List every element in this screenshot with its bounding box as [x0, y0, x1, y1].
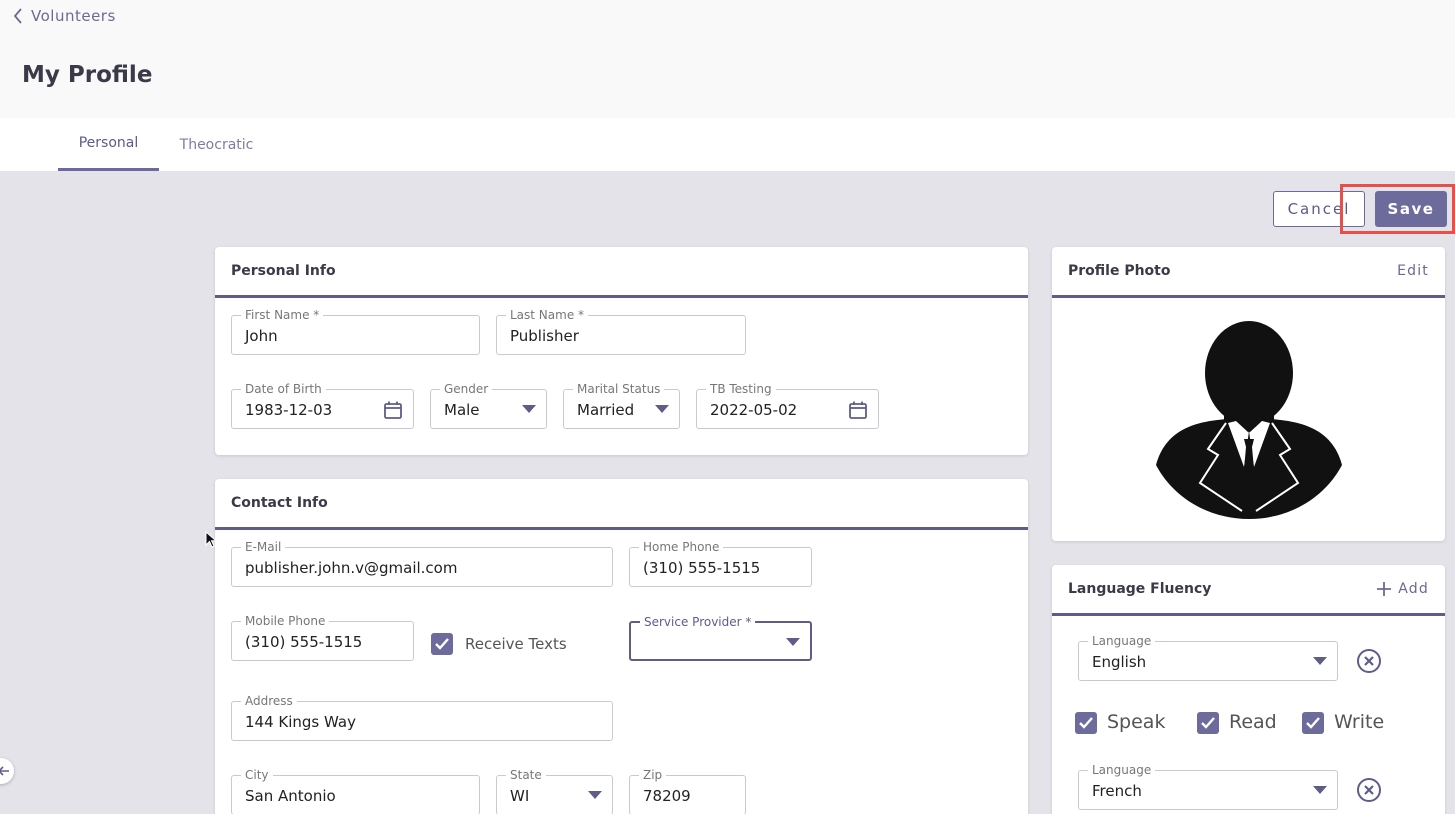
zip-field[interactable]: Zip 78209: [629, 767, 746, 814]
gender-label: Gender: [440, 381, 493, 397]
tb-testing-field[interactable]: TB Testing 2022-05-02: [696, 381, 879, 429]
first-name-value: John: [245, 327, 278, 345]
save-button[interactable]: Save: [1375, 191, 1447, 227]
receive-texts-label: Receive Texts: [465, 635, 567, 653]
home-phone-value: (310) 555-1515: [643, 559, 761, 577]
profile-photo-header: Profile Photo Edit: [1052, 247, 1445, 298]
contact-info-header: Contact Info: [215, 479, 1028, 530]
personal-info-title: Personal Info: [231, 263, 336, 279]
personal-info-header: Personal Info: [215, 247, 1028, 298]
write-label: Write: [1334, 711, 1385, 733]
date-of-birth-label: Date of Birth: [241, 381, 326, 397]
avatar-silhouette-icon: [1156, 321, 1342, 519]
service-provider-label: Service Provider *: [640, 614, 756, 630]
city-value: San Antonio: [245, 787, 336, 805]
remove-language-icon[interactable]: [1356, 777, 1382, 803]
last-name-field[interactable]: Last Name * Publisher: [496, 307, 746, 355]
plus-icon: [1377, 582, 1392, 596]
mobile-phone-label: Mobile Phone: [241, 613, 330, 629]
speak-checkbox[interactable]: [1075, 712, 1097, 734]
tab-bar: Personal Theocratic: [0, 118, 1455, 171]
address-value: 144 Kings Way: [245, 713, 356, 731]
add-language-label: Add: [1398, 581, 1429, 597]
mobile-phone-field[interactable]: Mobile Phone (310) 555-1515: [231, 613, 414, 661]
home-phone-label: Home Phone: [639, 539, 724, 555]
language-label: Language: [1088, 762, 1156, 778]
last-name-value: Publisher: [510, 327, 579, 345]
email-label: E-Mail: [241, 539, 286, 555]
tb-testing-value: 2022-05-02: [710, 401, 798, 419]
last-name-label: Last Name *: [506, 307, 589, 323]
edit-photo-button[interactable]: Edit: [1397, 263, 1429, 279]
back-link[interactable]: Volunteers: [13, 7, 116, 25]
caret-down-icon: [1313, 657, 1327, 665]
cancel-button[interactable]: Cancel: [1273, 191, 1365, 227]
contact-info-card: Contact Info E-Mail publisher.john.v@gma…: [215, 479, 1028, 814]
language-select-1[interactable]: Language English: [1078, 633, 1338, 681]
city-label: City: [241, 767, 273, 783]
back-link-label: Volunteers: [31, 7, 116, 25]
mobile-phone-value: (310) 555-1515: [245, 633, 363, 651]
address-field[interactable]: Address 144 Kings Way: [231, 693, 613, 741]
zip-value: 78209: [643, 787, 691, 805]
email-field[interactable]: E-Mail publisher.john.v@gmail.com: [231, 539, 613, 587]
checkmark-icon: [1201, 717, 1215, 729]
read-label: Read: [1229, 711, 1277, 733]
profile-photo-title: Profile Photo: [1068, 263, 1171, 279]
caret-down-icon: [786, 638, 800, 646]
address-label: Address: [241, 693, 297, 709]
checkmark-icon: [1306, 717, 1320, 729]
language-fluency-header: Language Fluency Add: [1052, 565, 1445, 616]
tb-testing-label: TB Testing: [706, 381, 776, 397]
first-name-field[interactable]: First Name * John: [231, 307, 480, 355]
receive-texts-checkbox[interactable]: [431, 633, 453, 655]
caret-down-icon: [1313, 786, 1327, 794]
language-label: Language: [1088, 633, 1156, 649]
remove-language-icon[interactable]: [1356, 648, 1382, 674]
page-header: Volunteers My Profile: [0, 0, 1455, 118]
tab-personal[interactable]: Personal: [58, 118, 159, 171]
language-fluency-card: Language Fluency Add Language English Sp…: [1052, 565, 1445, 814]
state-label: State: [506, 767, 546, 783]
language-value: English: [1092, 653, 1147, 671]
language-value: French: [1092, 782, 1142, 800]
page-title: My Profile: [22, 62, 153, 88]
caret-down-icon: [522, 405, 536, 413]
state-select[interactable]: State WI: [496, 767, 613, 814]
contact-info-title: Contact Info: [231, 495, 328, 511]
write-checkbox[interactable]: [1302, 712, 1324, 734]
language-fluency-title: Language Fluency: [1068, 581, 1212, 597]
first-name-label: First Name *: [241, 307, 324, 323]
city-field[interactable]: City San Antonio: [231, 767, 480, 814]
speak-label: Speak: [1107, 711, 1166, 733]
gender-value: Male: [444, 401, 480, 419]
checkmark-icon: [1079, 717, 1093, 729]
chevron-left-icon: [13, 8, 22, 24]
mouse-cursor-icon: [205, 531, 217, 548]
calendar-icon[interactable]: [383, 400, 403, 420]
caret-down-icon: [588, 791, 602, 799]
email-value: publisher.john.v@gmail.com: [245, 559, 458, 577]
date-of-birth-field[interactable]: Date of Birth 1983-12-03: [231, 381, 414, 429]
marital-status-select[interactable]: Marital Status Married: [563, 381, 680, 429]
personal-info-card: Personal Info First Name * John Last Nam…: [215, 247, 1028, 455]
date-of-birth-value: 1983-12-03: [245, 401, 333, 419]
checkmark-icon: [435, 638, 449, 650]
read-checkbox[interactable]: [1197, 712, 1219, 734]
service-provider-select[interactable]: Service Provider *: [629, 614, 812, 661]
arrow-left-icon: [0, 766, 9, 776]
sidebar-toggle[interactable]: [0, 758, 14, 784]
profile-photo-card: Profile Photo Edit: [1052, 247, 1445, 541]
marital-status-label: Marital Status: [573, 381, 665, 397]
calendar-icon[interactable]: [848, 400, 868, 420]
home-phone-field[interactable]: Home Phone (310) 555-1515: [629, 539, 812, 587]
state-value: WI: [510, 787, 530, 805]
language-select-2[interactable]: Language French: [1078, 762, 1338, 810]
gender-select[interactable]: Gender Male: [430, 381, 547, 429]
caret-down-icon: [655, 405, 669, 413]
tab-theocratic[interactable]: Theocratic: [163, 118, 270, 171]
zip-label: Zip: [639, 767, 667, 783]
marital-status-value: Married: [577, 401, 635, 419]
add-language-button[interactable]: Add: [1376, 581, 1429, 597]
